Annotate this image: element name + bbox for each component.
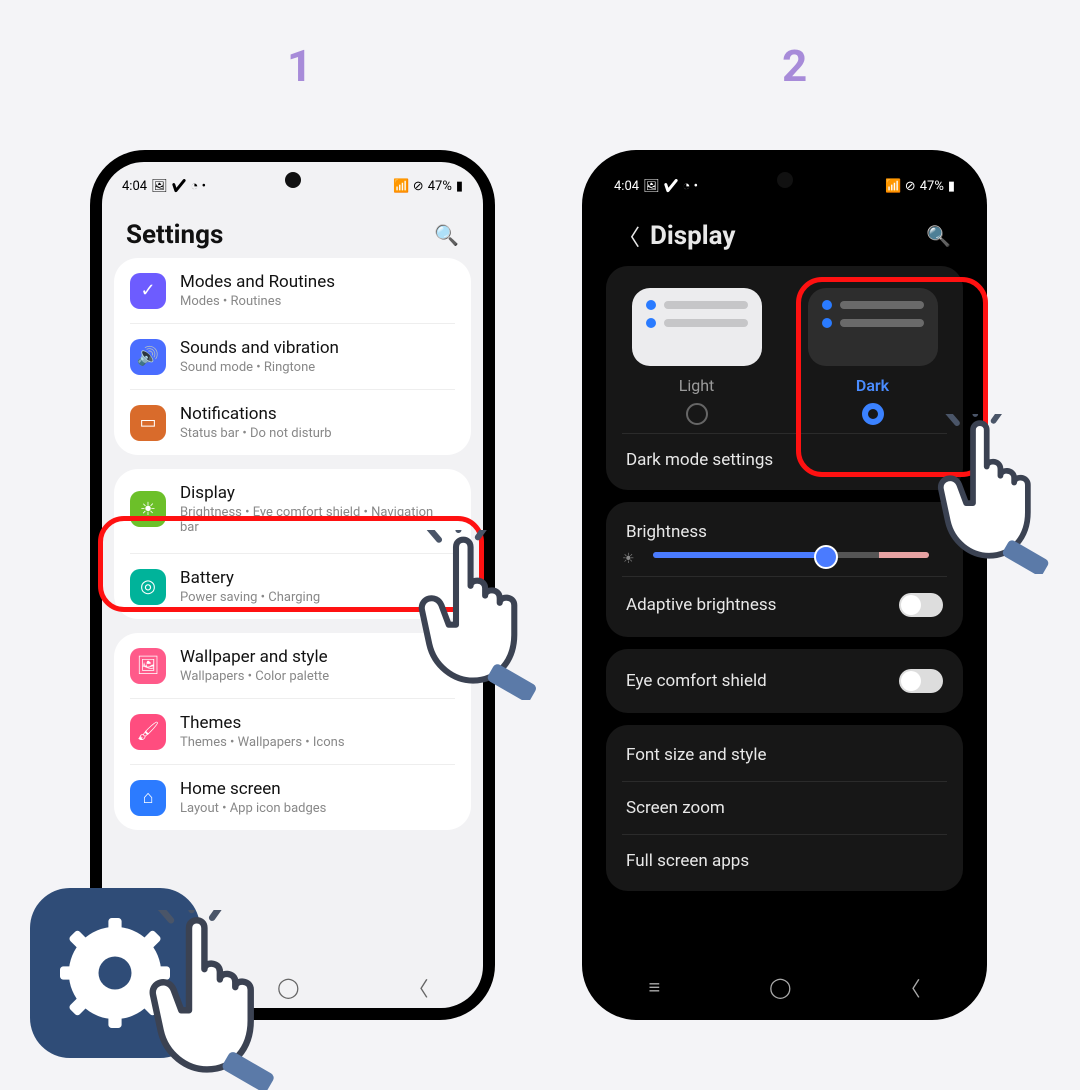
status-indicators: 🖼 ✔ ◔ • (151, 178, 206, 194)
eye-comfort-toggle[interactable] (899, 669, 943, 693)
row-adaptive-brightness[interactable]: Adaptive brightness (606, 577, 963, 633)
brightness-label: Brightness (626, 522, 707, 542)
adaptive-brightness-toggle[interactable] (899, 593, 943, 617)
row-title: Modes and Routines (180, 272, 455, 292)
theme-light-label: Light (622, 376, 772, 395)
light-preview (632, 288, 762, 366)
status-right-icons: 📶 ⊘ (885, 179, 915, 194)
row-label: Adaptive brightness (626, 595, 776, 615)
row-sub: Status bar • Do not disturb (180, 426, 455, 441)
nav-back-icon[interactable]: 〈 (900, 973, 920, 1002)
home-icon: ⌂ (130, 780, 166, 816)
row-screen-zoom[interactable]: Screen zoom (606, 782, 963, 834)
settings-header: Settings 🔍 (102, 200, 483, 264)
search-icon[interactable]: 🔍 (434, 223, 459, 247)
row-themes[interactable]: 🖌 Themes Themes • Wallpapers • Icons (114, 699, 471, 764)
status-time: 4:04 (614, 179, 639, 194)
nav-back-icon[interactable]: 〈 (408, 973, 428, 1002)
battery-icon: ▮ (456, 179, 463, 194)
display-header: 〈 Display 🔍 (594, 200, 975, 266)
tap-pointer-display (410, 530, 570, 700)
row-title: Sounds and vibration (180, 338, 455, 358)
row-label: Dark mode settings (626, 450, 773, 470)
row-label: Eye comfort shield (626, 671, 767, 691)
eye-comfort-panel: Eye comfort shield (606, 649, 963, 713)
row-title: Notifications (180, 404, 455, 424)
page-title: Settings (126, 220, 223, 250)
step-number-1: 1 (287, 40, 312, 92)
wallpaper-icon: 🖼 (130, 648, 166, 684)
brightness-low-icon: ☀ (622, 551, 635, 567)
row-modes-routines[interactable]: ✓ Modes and Routines Modes • Routines (114, 258, 471, 323)
row-sounds[interactable]: 🔊 Sounds and vibration Sound mode • Ring… (114, 324, 471, 389)
themes-icon: 🖌 (130, 714, 166, 750)
back-icon[interactable]: 〈 (618, 220, 640, 252)
status-battery: 47% (428, 179, 452, 194)
search-icon[interactable]: 🔍 (926, 224, 951, 248)
row-sub: Modes • Routines (180, 294, 455, 309)
status-battery: 47% (920, 179, 944, 194)
row-sub: Themes • Wallpapers • Icons (180, 735, 455, 750)
row-title: Home screen (180, 779, 455, 799)
row-label: Full screen apps (626, 851, 749, 871)
settings-group-1: ✓ Modes and Routines Modes • Routines 🔊 … (114, 258, 471, 455)
row-full-screen-apps[interactable]: Full screen apps (606, 835, 963, 887)
row-label: Font size and style (626, 745, 767, 765)
tap-pointer-dark (930, 414, 1080, 574)
camera-cutout (285, 172, 301, 188)
row-home-screen[interactable]: ⌂ Home screen Layout • App icon badges (114, 765, 471, 830)
page-title: Display (650, 221, 735, 251)
row-sub: Sound mode • Ringtone (180, 360, 455, 375)
camera-cutout (777, 172, 793, 188)
row-font-size[interactable]: Font size and style (606, 729, 963, 781)
notifications-icon: ▭ (130, 405, 166, 441)
row-label: Screen zoom (626, 798, 725, 818)
brightness-slider[interactable] (653, 552, 929, 558)
modes-icon: ✓ (130, 273, 166, 309)
battery-icon: ▮ (948, 179, 955, 194)
theme-light-radio[interactable] (686, 403, 708, 425)
row-title: Themes (180, 713, 455, 733)
status-time: 4:04 (122, 179, 147, 194)
status-right-icons: 📶 ⊘ (393, 179, 423, 194)
nav-home-icon[interactable]: ◯ (769, 975, 791, 999)
step-number-2: 2 (782, 40, 807, 92)
row-sub: Layout • App icon badges (180, 801, 455, 816)
nav-recent-icon[interactable]: ≡ (648, 975, 660, 1000)
text-panel: Font size and style Screen zoom Full scr… (606, 725, 963, 891)
status-indicators: 🖼 ✔ ◔ • (643, 178, 698, 194)
theme-light-option[interactable]: Light (622, 288, 772, 425)
brightness-panel: Brightness ☀ Adaptive brightness (606, 502, 963, 637)
row-eye-comfort[interactable]: Eye comfort shield (606, 653, 963, 709)
row-notifications[interactable]: ▭ Notifications Status bar • Do not dist… (114, 390, 471, 455)
nav-bar: ≡ ◯ 〈 (594, 966, 975, 1008)
tap-pointer-settings-icon (140, 910, 310, 1090)
sound-icon: 🔊 (130, 339, 166, 375)
row-title: Display (180, 483, 455, 503)
